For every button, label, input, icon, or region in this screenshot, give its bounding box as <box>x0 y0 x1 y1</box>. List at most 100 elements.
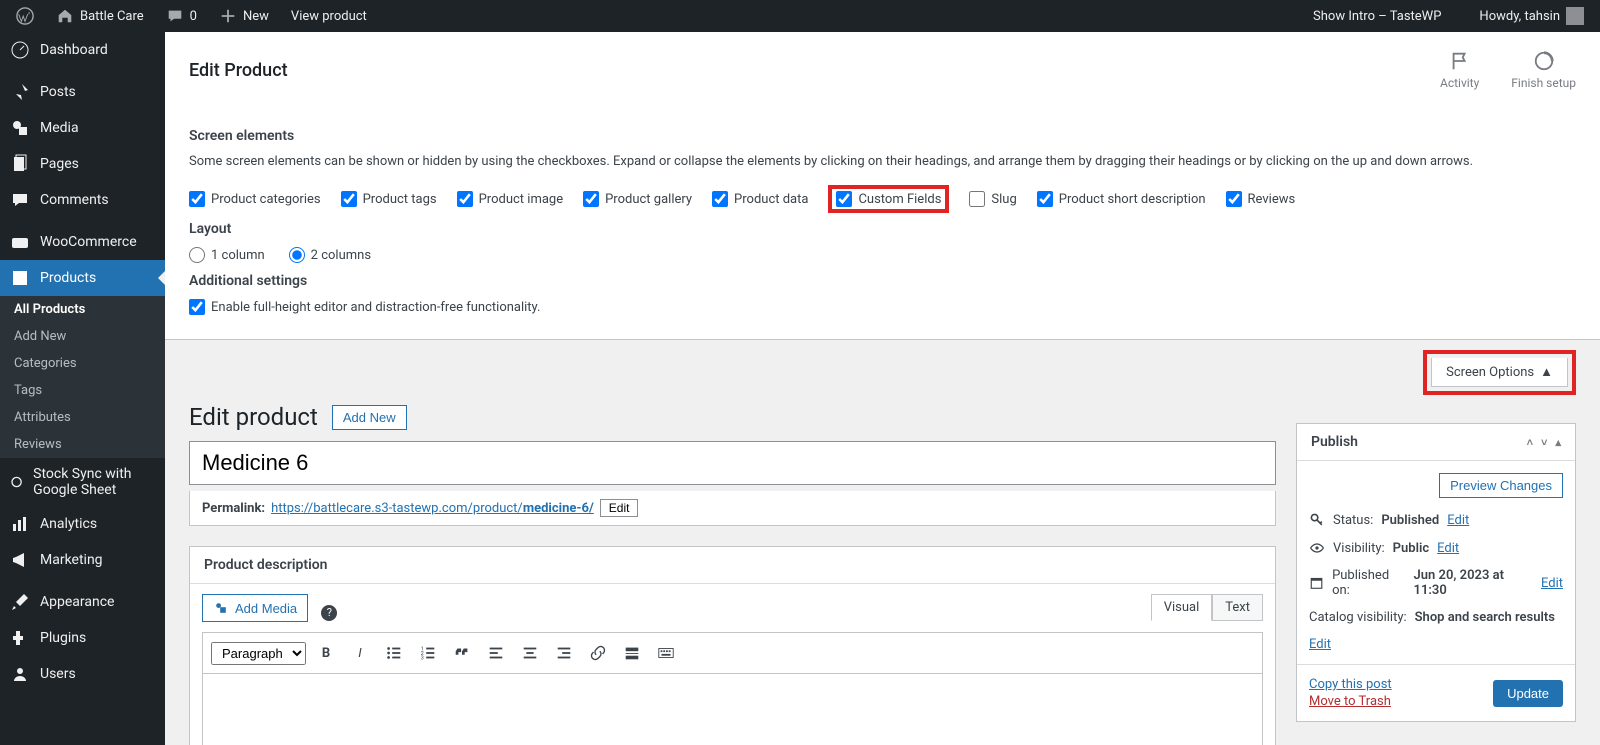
check-slug[interactable]: Slug <box>969 191 1016 207</box>
checkbox[interactable] <box>341 191 357 207</box>
format-select[interactable]: Paragraph <box>211 642 306 665</box>
sidebar-label: Stock Sync with Google Sheet <box>33 466 155 498</box>
sync-icon <box>10 472 23 492</box>
check-custom-fields[interactable]: Custom Fields <box>836 191 941 207</box>
sidebar-label: Pages <box>40 156 79 172</box>
check-short-description[interactable]: Product short description <box>1037 191 1206 207</box>
radio[interactable] <box>189 247 205 263</box>
move-up-icon[interactable]: ˄ <box>1527 436 1533 449</box>
readmore-button[interactable] <box>618 639 646 667</box>
link-button[interactable] <box>584 639 612 667</box>
check-product-categories[interactable]: Product categories <box>189 191 321 207</box>
sidebar-label: Media <box>40 120 79 136</box>
align-center-button[interactable] <box>516 639 544 667</box>
editor-content[interactable] <box>202 674 1263 745</box>
check-label: Product data <box>734 192 808 207</box>
number-list-button[interactable]: 123 <box>414 639 442 667</box>
sidebar-item-stocksync[interactable]: Stock Sync with Google Sheet <box>0 458 165 506</box>
checkbox[interactable] <box>836 191 852 207</box>
check-product-data[interactable]: Product data <box>712 191 808 207</box>
published-value: Jun 20, 2023 at 11:30 <box>1414 568 1533 598</box>
tab-text[interactable]: Text <box>1212 594 1263 621</box>
checkbox[interactable] <box>189 299 205 315</box>
submenu-all-products[interactable]: All Products <box>0 296 165 323</box>
account-link[interactable]: Howdy, tahsin <box>1471 7 1592 25</box>
wp-logo[interactable] <box>8 7 42 25</box>
wordpress-icon <box>16 7 34 25</box>
home-icon <box>56 7 74 25</box>
check-product-tags[interactable]: Product tags <box>341 191 437 207</box>
sidebar-item-users[interactable]: Users <box>0 656 165 692</box>
add-new-button[interactable]: Add New <box>332 405 407 430</box>
bold-button[interactable]: B <box>312 639 340 667</box>
permalink-edit-button[interactable]: Edit <box>600 499 639 517</box>
radio-label: 2 columns <box>311 248 371 263</box>
update-button[interactable]: Update <box>1493 680 1563 707</box>
sidebar-label: Products <box>40 270 96 286</box>
checkbox[interactable] <box>583 191 599 207</box>
site-name-link[interactable]: Battle Care <box>48 7 152 25</box>
sidebar-item-pages[interactable]: Pages <box>0 146 165 182</box>
submenu-reviews[interactable]: Reviews <box>0 431 165 458</box>
quote-button[interactable] <box>448 639 476 667</box>
sidebar-item-media[interactable]: Media <box>0 110 165 146</box>
check-product-image[interactable]: Product image <box>457 191 564 207</box>
toolbar-toggle-button[interactable] <box>652 639 680 667</box>
checkbox[interactable] <box>712 191 728 207</box>
product-title-input[interactable] <box>189 441 1276 485</box>
permalink-link[interactable]: https://battlecare.s3-tastewp.com/produc… <box>271 501 594 516</box>
screen-options-toggle[interactable]: Screen Options ▲ <box>1431 358 1568 387</box>
sidebar-item-marketing[interactable]: Marketing <box>0 542 165 578</box>
view-product-link[interactable]: View product <box>283 9 375 24</box>
toggle-icon[interactable]: ▴ <box>1555 436 1561 449</box>
radio-1-column[interactable]: 1 column <box>189 247 265 263</box>
check-reviews[interactable]: Reviews <box>1226 191 1296 207</box>
publish-heading[interactable]: Publish ˄ ˅ ▴ <box>1297 424 1575 461</box>
admin-sidebar: Dashboard Posts Media Pages Comments Woo… <box>0 32 165 745</box>
edit-date-link[interactable]: Edit <box>1541 576 1563 591</box>
activity-button[interactable]: Activity <box>1440 50 1479 90</box>
show-intro-link[interactable]: Show Intro – TasteWP <box>1305 9 1449 24</box>
checkbox[interactable] <box>457 191 473 207</box>
key-icon <box>1309 512 1325 528</box>
submenu-add-new[interactable]: Add New <box>0 323 165 350</box>
radio[interactable] <box>289 247 305 263</box>
preview-changes-button[interactable]: Preview Changes <box>1439 473 1563 498</box>
permalink-label: Permalink: <box>202 501 265 516</box>
sidebar-item-products[interactable]: Products <box>0 260 165 296</box>
italic-button[interactable]: I <box>346 639 374 667</box>
comments-link[interactable]: 0 <box>158 7 205 25</box>
edit-status-link[interactable]: Edit <box>1447 513 1469 528</box>
bullet-list-button[interactable] <box>380 639 408 667</box>
sidebar-item-plugins[interactable]: Plugins <box>0 620 165 656</box>
edit-catalog-link[interactable]: Edit <box>1309 637 1331 652</box>
checkbox[interactable] <box>189 191 205 207</box>
sidebar-item-analytics[interactable]: Analytics <box>0 506 165 542</box>
new-link[interactable]: New <box>211 7 277 25</box>
sidebar-item-appearance[interactable]: Appearance <box>0 584 165 620</box>
checkbox[interactable] <box>1037 191 1053 207</box>
radio-2-columns[interactable]: 2 columns <box>289 247 371 263</box>
sidebar-item-woocommerce[interactable]: WooCommerce <box>0 224 165 260</box>
sidebar-item-comments[interactable]: Comments <box>0 182 165 218</box>
finish-setup-button[interactable]: Finish setup <box>1511 50 1576 90</box>
move-to-trash-link[interactable]: Move to Trash <box>1309 694 1392 709</box>
description-heading[interactable]: Product description <box>190 547 1275 584</box>
help-icon[interactable]: ? <box>321 605 337 621</box>
submenu-categories[interactable]: Categories <box>0 350 165 377</box>
add-media-button[interactable]: Add Media <box>202 594 308 622</box>
submenu-attributes[interactable]: Attributes <box>0 404 165 431</box>
check-fullheight[interactable]: Enable full-height editor and distractio… <box>189 299 1576 315</box>
move-down-icon[interactable]: ˅ <box>1541 436 1547 449</box>
check-product-gallery[interactable]: Product gallery <box>583 191 692 207</box>
edit-visibility-link[interactable]: Edit <box>1437 541 1459 556</box>
submenu-tags[interactable]: Tags <box>0 377 165 404</box>
sidebar-item-dashboard[interactable]: Dashboard <box>0 32 165 68</box>
align-left-button[interactable] <box>482 639 510 667</box>
tab-visual[interactable]: Visual <box>1151 594 1213 621</box>
copy-post-link[interactable]: Copy this post <box>1309 677 1392 692</box>
checkbox[interactable] <box>1226 191 1242 207</box>
align-right-button[interactable] <box>550 639 578 667</box>
checkbox[interactable] <box>969 191 985 207</box>
sidebar-item-posts[interactable]: Posts <box>0 74 165 110</box>
